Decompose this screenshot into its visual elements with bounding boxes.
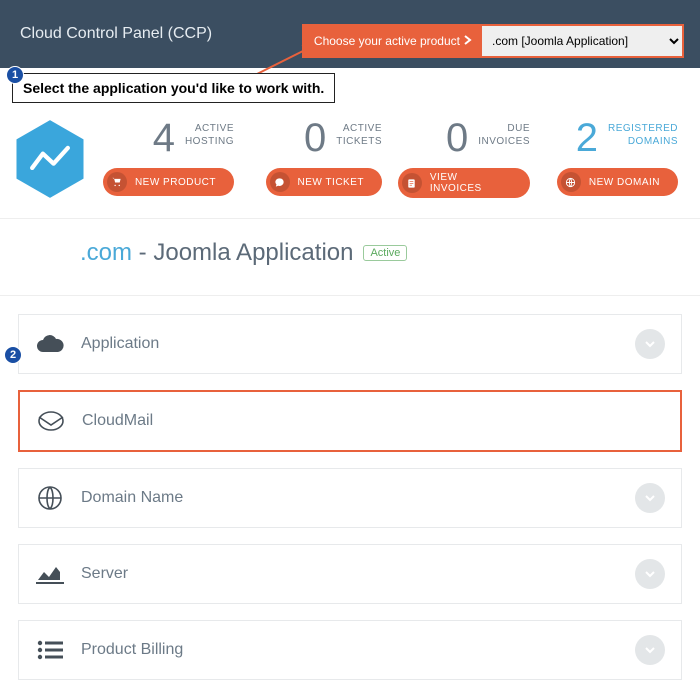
- callout-badge-2: 2: [4, 346, 22, 364]
- panel-server-label: Server: [81, 565, 619, 583]
- domain-heading: .com - Joomla Application Active: [80, 239, 680, 267]
- chevron-down-icon: [635, 559, 665, 589]
- stat-tickets-count: 0: [304, 118, 326, 158]
- section-panels: Application CloudMail Domain Name Server: [0, 296, 700, 698]
- new-ticket-label: NEW TICKET: [298, 177, 364, 188]
- chevron-down-icon: [635, 635, 665, 665]
- status-badge: Active: [363, 245, 407, 261]
- header: Cloud Control Panel (CCP) Choose your ac…: [0, 0, 700, 68]
- stat-domains: 2 REGISTERED DOMAINS NEW DOMAIN: [538, 118, 686, 196]
- stat-hosting: 4 ACTIVE HOSTING NEW PRODUCT: [94, 118, 242, 196]
- new-domain-label: NEW DOMAIN: [589, 177, 660, 188]
- view-invoices-button[interactable]: VIEW INVOICES: [398, 168, 530, 198]
- panel-application[interactable]: Application: [18, 314, 682, 374]
- stat-hosting-l1: ACTIVE: [185, 122, 234, 135]
- active-product-dropdown[interactable]: .com [Joomla Application]: [482, 26, 682, 56]
- stat-invoices: 0 DUE INVOICES VIEW INVOICES: [390, 118, 538, 198]
- active-product-label: Choose your active product: [304, 26, 482, 56]
- panel-billing-label: Product Billing: [81, 641, 619, 659]
- panel-server[interactable]: Server: [18, 544, 682, 604]
- new-domain-button[interactable]: NEW DOMAIN: [557, 168, 678, 196]
- chart-line-icon: [35, 561, 65, 587]
- app-title: Cloud Control Panel (CCP): [20, 25, 212, 43]
- domain-app-name: Joomla Application: [153, 239, 353, 266]
- globe-icon: [561, 172, 581, 192]
- stat-domains-l1: REGISTERED: [608, 122, 678, 135]
- stat-tickets-l1: ACTIVE: [336, 122, 382, 135]
- view-invoices-label: VIEW INVOICES: [430, 172, 512, 194]
- mail-icon: [36, 408, 66, 434]
- chat-icon: [270, 172, 290, 192]
- stat-invoices-l2: INVOICES: [478, 135, 530, 148]
- stat-hosting-l2: HOSTING: [185, 135, 234, 148]
- stat-invoices-l1: DUE: [478, 122, 530, 135]
- globe-outline-icon: [35, 485, 65, 511]
- active-product-selector[interactable]: Choose your active product .com [Joomla …: [304, 26, 682, 56]
- callout-badge-1: 1: [6, 66, 24, 84]
- domain-suffix: .com: [80, 239, 132, 266]
- stat-tickets: 0 ACTIVE TICKETS NEW TICKET: [242, 118, 390, 196]
- panel-application-label: Application: [81, 335, 619, 353]
- stat-invoices-count: 0: [446, 118, 468, 158]
- chevron-down-icon: [635, 483, 665, 513]
- active-product-label-text: Choose your active product: [314, 34, 460, 48]
- panel-cloudmail[interactable]: CloudMail: [18, 390, 682, 452]
- app-hex-icon: [14, 118, 86, 200]
- panel-domain-label: Domain Name: [81, 489, 619, 507]
- list-icon: [35, 637, 65, 663]
- new-product-button[interactable]: NEW PRODUCT: [103, 168, 234, 196]
- stat-domains-l2: DOMAINS: [608, 135, 678, 148]
- cloud-icon: [35, 331, 65, 357]
- new-product-label: NEW PRODUCT: [135, 177, 216, 188]
- chevron-down-icon: [635, 329, 665, 359]
- panel-product-billing[interactable]: Product Billing: [18, 620, 682, 680]
- chevron-right-icon: [464, 34, 472, 48]
- cart-icon: [107, 172, 127, 192]
- panel-domain-name[interactable]: Domain Name: [18, 468, 682, 528]
- new-ticket-button[interactable]: NEW TICKET: [266, 168, 382, 196]
- callout-1: Select the application you'd like to wor…: [12, 73, 335, 103]
- stat-domains-count: 2: [576, 118, 598, 158]
- stat-tickets-l2: TICKETS: [336, 135, 382, 148]
- domain-sep: -: [132, 239, 153, 266]
- stat-hosting-count: 4: [153, 118, 175, 158]
- stats-bar: 4 ACTIVE HOSTING NEW PRODUCT 0 ACTIVE TI…: [0, 98, 700, 219]
- document-icon: [402, 173, 422, 193]
- domain-heading-row: .com - Joomla Application Active: [0, 219, 700, 296]
- panel-cloudmail-label: CloudMail: [82, 412, 618, 430]
